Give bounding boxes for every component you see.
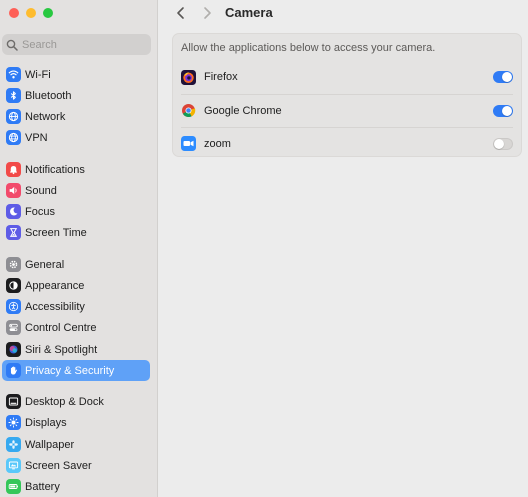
app-name: Google Chrome — [204, 104, 282, 117]
sidebar-item-label: Screen Saver — [25, 459, 92, 472]
screen-saver-icon — [6, 458, 21, 473]
sidebar-item-screen-saver[interactable]: Screen Saver — [2, 455, 150, 476]
siri-icon — [6, 342, 21, 357]
appearance-icon — [6, 278, 21, 293]
search-icon — [6, 39, 18, 51]
sidebar-item-label: Accessibility — [25, 300, 85, 313]
sidebar-item-sound[interactable]: Sound — [2, 180, 150, 201]
sidebar-item-label: Notifications — [25, 163, 85, 176]
sidebar-item-general[interactable]: General — [2, 254, 150, 275]
hourglass-icon — [6, 225, 21, 240]
sidebar-item-displays[interactable]: Displays — [2, 412, 150, 433]
sidebar-item-label: Sound — [25, 184, 57, 197]
close-button[interactable] — [9, 8, 19, 18]
chrome-camera-toggle[interactable] — [493, 104, 513, 117]
sidebar-item-privacy-security[interactable]: Privacy & Security — [2, 360, 150, 381]
bell-icon — [6, 162, 21, 177]
app-row-zoom: zoom — [181, 127, 513, 159]
sidebar-item-label: VPN — [25, 131, 48, 144]
sidebar-item-wifi[interactable]: Wi-Fi — [2, 64, 150, 85]
sidebar: Wi-Fi Bluetooth Network VPN Notification… — [0, 0, 158, 497]
sidebar-item-focus[interactable]: Focus — [2, 201, 150, 222]
sidebar-item-label: Privacy & Security — [25, 364, 115, 377]
sidebar-item-label: Control Centre — [25, 321, 97, 334]
flower-icon — [6, 437, 21, 452]
sidebar-item-network[interactable]: Network — [2, 106, 150, 127]
app-name: Firefox — [204, 71, 238, 83]
firefox-camera-toggle[interactable] — [493, 71, 513, 83]
app-row-google-chrome: Google Chrome — [181, 94, 513, 126]
control-centre-icon — [6, 320, 21, 335]
firefox-icon — [181, 69, 196, 85]
forward-chevron-icon[interactable] — [200, 6, 214, 20]
sidebar-item-wallpaper[interactable]: Wallpaper — [2, 434, 150, 455]
window-controls — [9, 8, 53, 18]
maximize-button[interactable] — [43, 8, 53, 18]
gear-icon — [6, 257, 21, 272]
sidebar-item-label: Displays — [25, 416, 67, 429]
network-globe-icon — [6, 109, 21, 124]
sidebar-item-vpn[interactable]: VPN — [2, 127, 150, 148]
sidebar-item-label: Focus — [25, 205, 55, 218]
wifi-icon — [6, 67, 21, 82]
sidebar-item-label: Wi-Fi — [25, 68, 51, 81]
sidebar-item-label: Battery — [25, 480, 60, 493]
sidebar-item-battery[interactable]: Battery — [2, 476, 150, 497]
zoom-camera-toggle[interactable] — [493, 137, 513, 150]
camera-permissions-panel: Allow the applications below to access y… — [172, 33, 522, 157]
zoom-icon — [181, 136, 196, 151]
app-name: zoom — [204, 137, 231, 150]
sidebar-item-label: Appearance — [25, 279, 85, 292]
back-chevron-icon[interactable] — [174, 6, 188, 20]
sidebar-item-label: Bluetooth — [25, 89, 72, 102]
hand-icon — [6, 363, 21, 378]
sidebar-item-siri-spotlight[interactable]: Siri & Spotlight — [2, 339, 150, 360]
chrome-icon — [181, 103, 196, 118]
page-title: Camera — [225, 5, 273, 20]
sidebar-item-label: Siri & Spotlight — [25, 343, 98, 356]
bluetooth-icon — [6, 88, 21, 103]
dock-icon — [6, 394, 21, 409]
accessibility-icon — [6, 299, 21, 314]
sidebar-item-appearance[interactable]: Appearance — [2, 275, 150, 296]
search-field[interactable] — [2, 34, 151, 55]
sidebar-item-label: Desktop & Dock — [25, 395, 104, 408]
sidebar-item-screen-time[interactable]: Screen Time — [2, 222, 150, 243]
sidebar-item-control-centre[interactable]: Control Centre — [2, 317, 150, 338]
battery-icon — [6, 479, 21, 494]
speaker-icon — [6, 183, 21, 198]
search-input[interactable] — [22, 38, 142, 51]
sidebar-item-accessibility[interactable]: Accessibility — [2, 296, 150, 317]
minimize-button[interactable] — [26, 8, 36, 18]
sidebar-item-label: Wallpaper — [25, 438, 75, 451]
app-row-firefox: Firefox — [181, 61, 513, 93]
sidebar-item-label: General — [25, 258, 65, 271]
sidebar-item-desktop-dock[interactable]: Desktop & Dock — [2, 391, 150, 412]
sidebar-item-notifications[interactable]: Notifications — [2, 159, 150, 180]
toolbar: Camera — [158, 0, 528, 26]
panel-description: Allow the applications below to access y… — [181, 42, 436, 54]
sun-icon — [6, 415, 21, 430]
sidebar-item-bluetooth[interactable]: Bluetooth — [2, 85, 150, 106]
sidebar-item-label: Network — [25, 110, 66, 123]
vpn-globe-icon — [6, 130, 21, 145]
sidebar-item-label: Screen Time — [25, 226, 87, 239]
moon-icon — [6, 204, 21, 219]
